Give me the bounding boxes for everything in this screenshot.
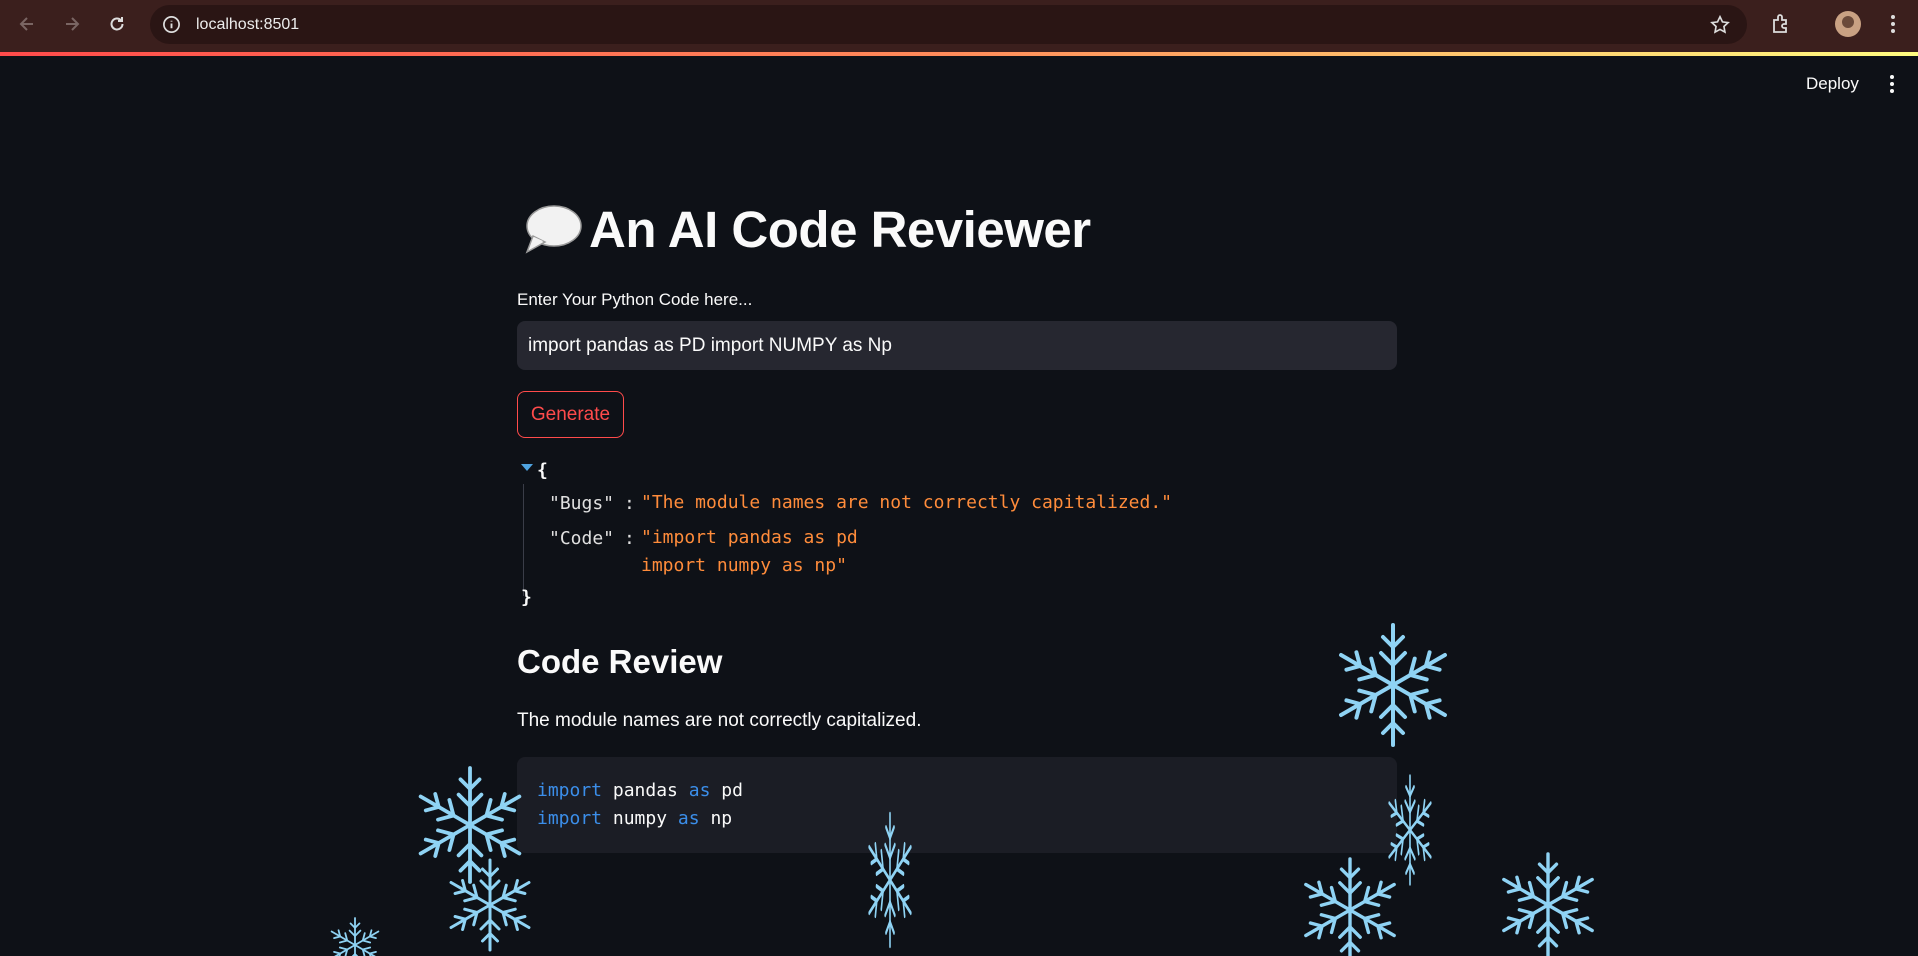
extensions-icon[interactable]: [1769, 12, 1793, 36]
snowflake-icon: [415, 768, 525, 882]
json-key-code: "Code": [549, 528, 615, 549]
snowflake-icon: [1499, 854, 1598, 956]
title-text: An AI Code Reviewer: [589, 201, 1091, 258]
address-bar[interactable]: localhost:8501: [150, 5, 1747, 44]
profile-avatar[interactable]: [1835, 11, 1861, 37]
site-info-icon[interactable]: [162, 15, 181, 34]
reload-icon[interactable]: [104, 11, 130, 37]
forward-icon[interactable]: [59, 11, 85, 37]
json-value-code-line1: "import pandas as pd: [641, 527, 858, 548]
collapse-caret-icon[interactable]: [521, 464, 533, 471]
json-colon: :: [624, 493, 635, 514]
json-value-bugs: "The module names are not correctly capi…: [641, 492, 1173, 513]
code-line: import numpy as np: [537, 808, 733, 829]
code-line: import pandas as pd: [537, 780, 743, 801]
json-colon: :: [624, 528, 635, 549]
code-input-label: Enter Your Python Code here...: [517, 290, 753, 309]
speech-balloon-icon: [523, 202, 583, 258]
page-title: An AI Code Reviewer: [523, 200, 1091, 259]
deploy-button[interactable]: Deploy: [1796, 70, 1869, 98]
json-key-bugs: "Bugs": [549, 493, 615, 514]
json-open-brace: {: [537, 460, 548, 481]
main-menu-icon[interactable]: [1880, 72, 1904, 96]
browser-menu-icon[interactable]: [1880, 11, 1906, 37]
snowflake-icon: [447, 860, 534, 950]
snowflake-icon: [329, 918, 381, 956]
json-indent-guide: [523, 484, 524, 596]
bookmark-star-icon[interactable]: [1709, 14, 1731, 36]
json-value-code-line2: import numpy as np": [641, 555, 847, 576]
snowflake-icon: [1335, 625, 1451, 745]
back-icon[interactable]: [14, 11, 40, 37]
snowflake-icon: [1301, 859, 1400, 956]
code-input[interactable]: [517, 321, 1397, 370]
generate-button[interactable]: Generate: [517, 391, 624, 438]
url-text[interactable]: localhost:8501: [196, 16, 299, 34]
header-decoration-bar: [0, 52, 1918, 56]
json-close-brace: }: [521, 587, 532, 608]
code-review-heading: Code Review: [517, 643, 723, 680]
code-block: import pandas as pd import numpy as np: [517, 757, 1397, 853]
review-summary: The module names are not correctly capit…: [517, 710, 922, 731]
browser-toolbar: localhost:8501: [0, 0, 1918, 52]
